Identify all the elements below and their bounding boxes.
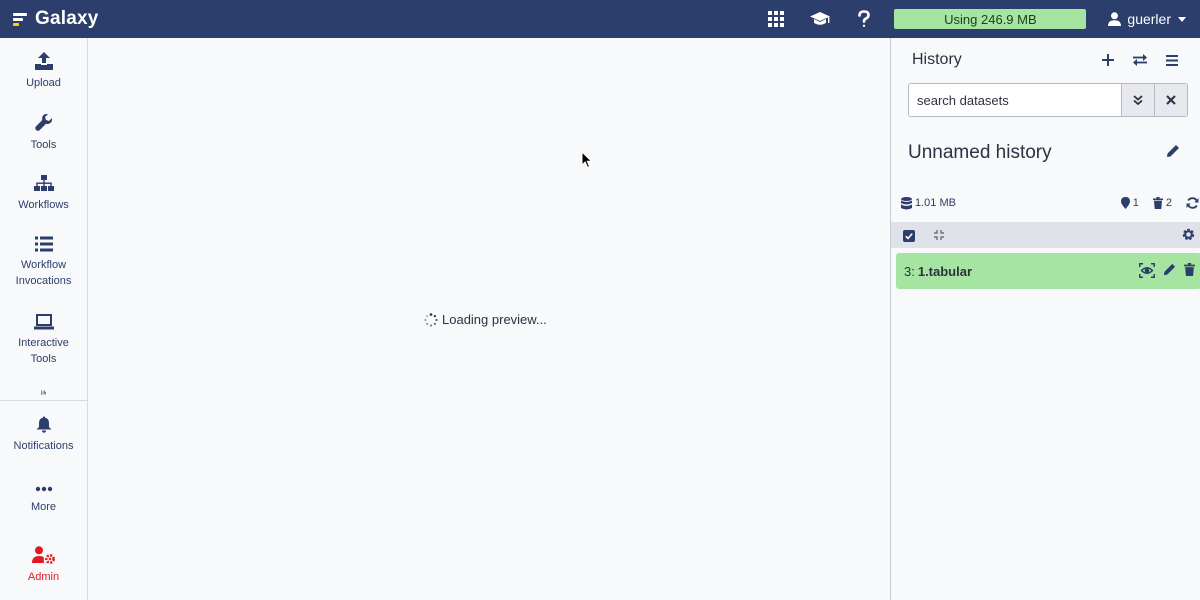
sidebar-item-workflow-invocations[interactable]: Workflow Invocations (0, 236, 87, 289)
create-history-button[interactable] (1092, 50, 1124, 70)
sidebar-item-notifications[interactable]: Notifications (0, 416, 87, 454)
sidebar-item-label: Workflow Invocations (15, 259, 72, 287)
deleted-count-label: 2 (1165, 197, 1172, 209)
wrench-icon (34, 114, 52, 131)
sidebar-item-label: Notifications (13, 440, 74, 452)
help-icon[interactable] (842, 0, 886, 38)
graduation-cap-icon[interactable] (798, 0, 842, 38)
laptop-icon (33, 314, 54, 330)
pencil-icon (1167, 145, 1179, 157)
sidebar-item-label: Tools (30, 139, 57, 151)
ellipsis-icon (35, 486, 52, 492)
check-square-icon (903, 230, 915, 242)
brand-name: Galaxy (35, 8, 99, 29)
edit-dataset-button[interactable] (1163, 263, 1176, 281)
apps-grid-icon[interactable] (754, 0, 798, 38)
list-settings-button[interactable] (1182, 228, 1195, 246)
history-size-label: 1.01 MB (915, 197, 956, 209)
collapse-all-button[interactable] (933, 228, 945, 246)
username: guerler (1127, 11, 1171, 27)
refresh-history-button[interactable] (1186, 197, 1199, 209)
history-size[interactable]: 1.01 MB (901, 196, 956, 210)
activity-bar: Upload Tools Workflows Workflow Invocati… (0, 38, 88, 600)
sitemap-icon (33, 175, 54, 191)
map-marker-icon (1120, 197, 1130, 209)
delete-dataset-button[interactable] (1184, 263, 1195, 281)
panel-title: History (912, 51, 962, 68)
angle-double-down-icon (1133, 95, 1143, 105)
sidebar-item-interactive-tools[interactable]: Interactive Tools (0, 314, 87, 367)
mouse-cursor-icon (581, 151, 593, 169)
bell-icon (36, 416, 51, 433)
sidebar-item-label: Upload (26, 77, 61, 89)
user-menu[interactable]: guerler (1108, 11, 1186, 27)
user-cog-icon (31, 546, 55, 564)
loading-text: Loading preview... (442, 312, 547, 327)
quota-usage-meter[interactable]: Using 246.9 MB (894, 9, 1087, 29)
sidebar-item-label: Workflows (18, 199, 69, 211)
eye-icon (1139, 263, 1155, 278)
dataset-search (908, 83, 1188, 117)
view-dataset-button[interactable] (1139, 263, 1155, 281)
history-panel: History search datasets Unnamed history … (890, 38, 1200, 600)
advanced-search-toggle[interactable] (1122, 83, 1156, 117)
deleted-count[interactable]: 2 (1152, 197, 1172, 209)
history-stats: 1.01 MB 1 2 (901, 194, 1200, 212)
sidebar-item-label: Interactive Tools (18, 337, 69, 365)
history-options-button[interactable] (1156, 50, 1188, 70)
edit-history-name-button[interactable] (1166, 144, 1180, 163)
sync-icon (1186, 197, 1199, 209)
dataset-name: 1.tabular (917, 263, 973, 279)
sidebar-item-label: More (30, 501, 57, 513)
trash-icon (1152, 197, 1163, 209)
sidebar-item-more[interactable]: More (0, 484, 87, 515)
chart-icon (41, 390, 46, 395)
sidebar-divider (0, 400, 87, 401)
clear-search-button[interactable] (1155, 83, 1188, 117)
database-icon (901, 196, 912, 209)
masthead: Galaxy Using 246.9 MB guerler (0, 0, 1200, 38)
sidebar-item-upload[interactable]: Upload (0, 52, 87, 91)
history-name: Unnamed history (908, 142, 1052, 163)
chevron-down-icon (1178, 16, 1186, 22)
sidebar-item-workflows[interactable]: Workflows (0, 175, 87, 213)
sidebar-item-tools[interactable]: Tools (0, 114, 87, 153)
sidebar-item-admin[interactable]: Admin (0, 546, 87, 585)
exchange-icon (1133, 54, 1147, 66)
bars-icon (1166, 54, 1178, 66)
pencil-icon (1163, 263, 1176, 276)
history-list-toolbar (891, 222, 1200, 248)
center-panel: Loading preview... (88, 38, 890, 600)
select-items-toggle[interactable] (903, 229, 915, 247)
gear-icon (1182, 228, 1195, 241)
close-icon (1166, 95, 1176, 105)
shown-count-label: 1 (1132, 197, 1139, 209)
user-icon (1108, 12, 1122, 26)
upload-icon (34, 52, 53, 70)
dataset-item[interactable]: 3: 1.tabular (896, 253, 1200, 289)
sidebar-item-label: Admin (27, 571, 60, 583)
plus-icon (1102, 54, 1114, 66)
list-icon (34, 236, 53, 252)
spinner-icon (424, 312, 438, 327)
loading-indicator: Loading preview... (424, 312, 547, 327)
sidebar-item-visualizations[interactable] (0, 390, 87, 400)
dataset-hid: 3: (904, 263, 915, 279)
brand-link[interactable]: Galaxy (0, 0, 99, 38)
search-input[interactable] (908, 83, 1123, 117)
shown-count[interactable]: 1 (1120, 197, 1139, 209)
compress-icon (934, 230, 944, 240)
switch-history-button[interactable] (1124, 50, 1156, 70)
galaxy-logo-icon (13, 12, 29, 26)
trash-icon (1184, 263, 1195, 276)
